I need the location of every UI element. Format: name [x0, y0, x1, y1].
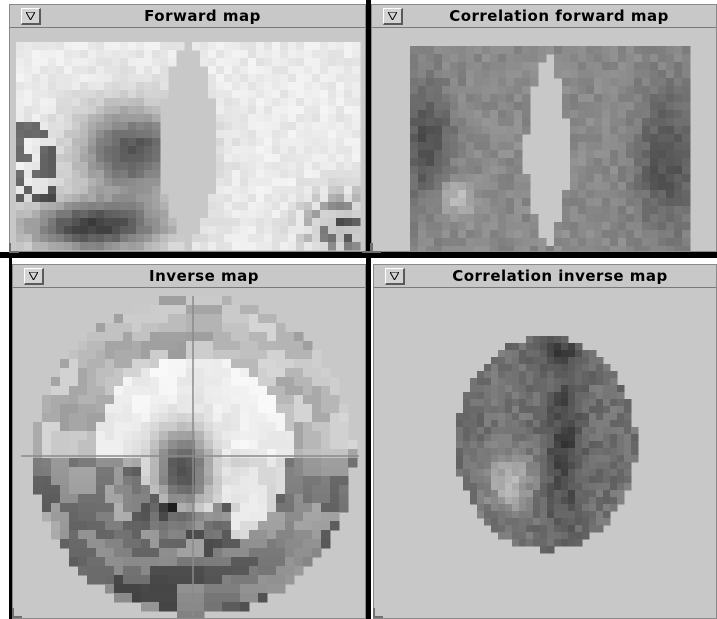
- correlation-inverse-map-title: Correlation inverse map: [452, 267, 668, 285]
- down-triangle-icon: [29, 272, 38, 280]
- window-menu-button[interactable]: [24, 268, 44, 285]
- inverse-map-title: Inverse map: [149, 267, 259, 285]
- correlation-forward-map-image: [372, 28, 716, 251]
- down-triangle-icon: [26, 12, 35, 20]
- forward-map-window: Forward map: [9, 4, 366, 252]
- resize-corner[interactable]: [9, 243, 19, 253]
- window-menu-button[interactable]: [385, 268, 405, 285]
- forward-map-image: [10, 28, 365, 251]
- forward-map-view[interactable]: [10, 28, 365, 251]
- forward-map-titlebar[interactable]: Forward map: [10, 5, 365, 28]
- inverse-map-image: [13, 288, 365, 618]
- correlation-inverse-map-window: Correlation inverse map: [373, 264, 717, 619]
- inverse-map-view[interactable]: [13, 288, 365, 618]
- horizontal-divider: [0, 252, 717, 258]
- resize-corner[interactable]: [371, 243, 381, 253]
- resize-corner[interactable]: [12, 608, 22, 618]
- down-triangle-icon: [390, 272, 399, 280]
- inverse-map-window: Inverse map: [12, 264, 366, 619]
- correlation-forward-map-title: Correlation forward map: [449, 7, 669, 25]
- correlation-inverse-map-view[interactable]: [374, 288, 716, 618]
- down-triangle-icon: [388, 12, 397, 20]
- window-menu-button[interactable]: [21, 8, 41, 25]
- window-menu-button[interactable]: [383, 8, 403, 25]
- correlation-forward-map-view[interactable]: [372, 28, 716, 251]
- correlation-inverse-map-titlebar[interactable]: Correlation inverse map: [374, 265, 716, 288]
- resize-corner[interactable]: [373, 608, 383, 618]
- forward-map-title: Forward map: [144, 7, 261, 25]
- correlation-forward-map-titlebar[interactable]: Correlation forward map: [372, 5, 716, 28]
- correlation-inverse-map-image: [374, 288, 716, 618]
- correlation-forward-map-window: Correlation forward map: [371, 4, 717, 252]
- inverse-map-titlebar[interactable]: Inverse map: [13, 265, 365, 288]
